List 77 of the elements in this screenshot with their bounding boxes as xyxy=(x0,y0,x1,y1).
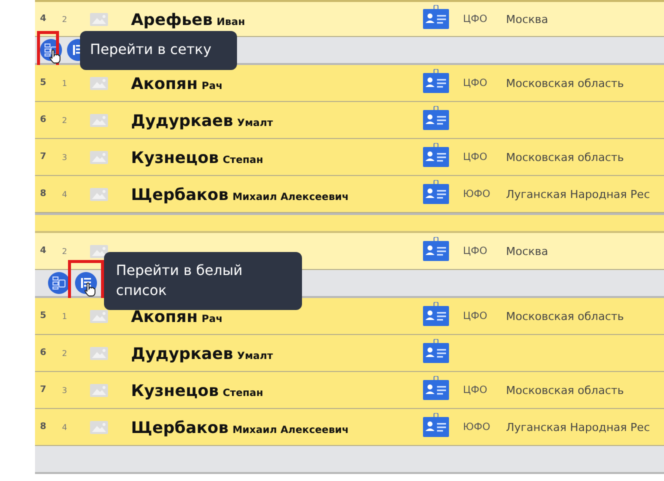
person-name: Дудуркаев Умалт xyxy=(131,344,274,362)
table-row[interactable]: 6 2 Дудуркаев Умалт xyxy=(35,102,664,139)
id-card-icon[interactable] xyxy=(423,302,449,326)
row-number: 6 xyxy=(39,115,48,125)
image-placeholder-icon xyxy=(90,244,108,258)
table-row[interactable]: 5 1 Акопян Рач ЦФО Московская область xyxy=(35,298,664,335)
row-number: 4 xyxy=(39,246,48,256)
row-number: 7 xyxy=(39,152,48,162)
sub-number: 3 xyxy=(62,386,68,394)
person-name: Щербаков Михаил Алексеевич xyxy=(131,418,350,436)
image-placeholder-icon xyxy=(90,114,108,126)
district-text: ЦФО xyxy=(463,152,488,162)
district-text: ЦФО xyxy=(463,246,488,256)
sub-number: 2 xyxy=(62,246,68,256)
hand-cursor-icon xyxy=(84,282,96,297)
id-card-icon[interactable] xyxy=(423,180,449,204)
region-text: Московская область xyxy=(506,76,624,90)
region-text: Луганская Народная Рес xyxy=(506,188,650,200)
row-number: 4 xyxy=(39,14,48,24)
image-placeholder-icon xyxy=(90,346,108,360)
district-text: ЦФО xyxy=(463,14,488,24)
row-number: 8 xyxy=(39,422,48,432)
sub-number: 4 xyxy=(62,422,68,432)
id-card-icon[interactable] xyxy=(423,69,449,93)
sub-number: 2 xyxy=(62,348,68,358)
sub-number: 3 xyxy=(62,152,68,162)
id-card-icon[interactable] xyxy=(423,143,449,167)
region-text: Москва xyxy=(506,244,548,258)
id-card-icon[interactable] xyxy=(423,413,449,437)
person-name: Акопян Рач xyxy=(131,74,224,92)
table-row[interactable]: 5 1 Акопян Рач ЦФО Московская область xyxy=(35,65,664,102)
region-text: Луганская Народная Рес xyxy=(506,420,650,434)
person-name: Кузнецов Степан xyxy=(131,380,264,400)
row-number: 7 xyxy=(39,385,48,395)
sub-number: 2 xyxy=(62,14,68,24)
person-name: Кузнецов Степан xyxy=(131,148,264,166)
id-card-icon[interactable] xyxy=(423,339,449,363)
district-text: ЮФО xyxy=(463,188,492,200)
table-row[interactable]: 4 2 Арефьев Иван ЦФО Москва xyxy=(35,0,664,37)
sub-number: 4 xyxy=(62,190,68,198)
table-row[interactable]: 8 4 Щербаков Михаил Алексеевич ЮФО Луганская Народная Рес xyxy=(35,409,664,446)
id-card-icon[interactable] xyxy=(423,376,449,400)
district-text: ЦФО xyxy=(463,78,488,88)
row-number: 5 xyxy=(39,311,48,321)
id-card-icon[interactable] xyxy=(423,5,449,29)
region-text: Московская область xyxy=(506,384,624,396)
sub-number: 1 xyxy=(62,312,68,320)
region-text: Москва xyxy=(506,12,548,26)
image-placeholder-icon xyxy=(90,420,108,434)
person-name: Арефьев Иван xyxy=(131,10,246,28)
table-row[interactable]: 6 2 Дудуркаев Умалт xyxy=(35,335,664,372)
hand-cursor-icon xyxy=(49,49,61,64)
tooltip: Перейти в сетку xyxy=(80,31,237,70)
district-text: ЮФО xyxy=(463,422,492,432)
image-placeholder-icon xyxy=(90,76,108,90)
tooltip: Перейти в белый список xyxy=(104,252,302,310)
row-number: 5 xyxy=(39,78,48,88)
table-row[interactable]: 7 3 Кузнецов Степан ЦФО Московская область xyxy=(35,139,664,176)
row-number: 6 xyxy=(39,348,48,358)
person-name: Щербаков Михаил Алексеевич xyxy=(131,184,350,204)
image-placeholder-icon xyxy=(90,188,108,200)
region-text: Московская область xyxy=(506,310,624,322)
person-name: Дудуркаев Умалт xyxy=(131,110,274,130)
sub-number: 1 xyxy=(62,78,68,88)
id-card-icon[interactable] xyxy=(423,106,449,130)
image-placeholder-icon xyxy=(90,150,108,164)
id-card-icon[interactable] xyxy=(423,237,449,261)
image-placeholder-icon xyxy=(90,384,108,396)
row-number: 8 xyxy=(39,189,48,199)
table-row[interactable]: 8 4 Щербаков Михаил Алексеевич ЮФО Луганская Народная Рес xyxy=(35,176,664,213)
table-row[interactable]: 7 3 Кузнецов Степан ЦФО Московская область xyxy=(35,372,664,409)
district-text: ЦФО xyxy=(463,310,488,322)
district-text: ЦФО xyxy=(463,384,488,396)
region-text: Московская область xyxy=(506,150,624,164)
image-placeholder-icon xyxy=(90,12,108,26)
sub-number: 2 xyxy=(62,116,68,124)
image-placeholder-icon xyxy=(90,310,108,322)
